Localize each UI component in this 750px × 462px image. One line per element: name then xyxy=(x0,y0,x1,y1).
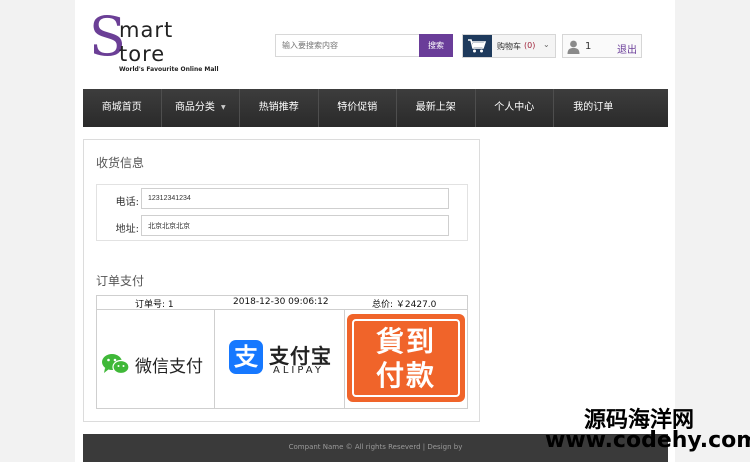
user-icon xyxy=(567,39,580,58)
cod-line-2: 付款 xyxy=(375,359,436,392)
search-button[interactable]: 搜索 xyxy=(419,34,453,57)
page: S mart tore World's Favourite Online Mal… xyxy=(75,0,675,462)
logo-line-2: tore xyxy=(119,42,166,66)
nav-item-promotion[interactable]: 特价促销 xyxy=(319,89,397,127)
cart-label: 购物车 xyxy=(497,42,521,51)
logo[interactable]: S mart tore World's Favourite Online Mal… xyxy=(89,10,229,74)
caret-down-icon: ▼ xyxy=(220,104,226,111)
cart-button[interactable]: 购物车 (0) ⌄ xyxy=(462,34,556,58)
cod-frame: 貨到 付款 xyxy=(352,319,460,397)
nav-item-profile[interactable]: 个人中心 xyxy=(476,89,554,127)
shipping-form: 电话: 地址: xyxy=(96,184,468,241)
shipping-title: 收货信息 xyxy=(96,156,145,170)
logo-tagline: World's Favourite Online Mall xyxy=(119,66,219,73)
cart-count: (0) xyxy=(524,41,536,50)
nav-item-categories-label: 商品分类 xyxy=(174,102,215,113)
payment-title: 订单支付 xyxy=(96,274,145,288)
cart-icon xyxy=(463,35,492,57)
order-total: 总价: ￥2427.0 xyxy=(372,300,437,310)
logout-link[interactable]: 退出 xyxy=(617,41,637,56)
phone-label: 电话: xyxy=(115,197,139,208)
address-field[interactable] xyxy=(141,215,449,236)
search-input[interactable] xyxy=(275,34,421,57)
nav-item-orders[interactable]: 我的订单 xyxy=(554,89,633,127)
wechat-icon xyxy=(101,352,131,380)
order-datetime: 2018-12-30 09:06:12 xyxy=(233,297,329,307)
address-label: 地址: xyxy=(115,224,139,235)
chevron-down-icon: ⌄ xyxy=(543,40,550,49)
wechat-pay-option[interactable]: 微信支付 xyxy=(97,310,215,408)
cod-badge: 貨到 付款 xyxy=(347,314,465,402)
nav-item-categories[interactable]: 商品分类 ▼ xyxy=(162,89,240,127)
alipay-option[interactable]: 支 支付宝 ALIPAY xyxy=(215,310,345,408)
order-panel: 收货信息 电话: 地址: 订单支付 订单号: 1 2018-12-30 09:0… xyxy=(83,139,480,422)
nav-item-home[interactable]: 商城首页 xyxy=(83,89,162,127)
alipay-icon: 支 xyxy=(229,340,263,374)
cash-on-delivery-option[interactable]: 貨到 付款 xyxy=(345,310,467,408)
watermark-url: www.codehy.com xyxy=(545,428,750,453)
user-id: 1 xyxy=(585,41,592,52)
cod-line-1: 貨到 xyxy=(375,325,436,358)
order-summary-row: 订单号: 1 2018-12-30 09:06:12 总价: ￥2427.0 xyxy=(97,296,467,310)
phone-field[interactable] xyxy=(141,188,449,209)
nav-item-hot[interactable]: 热销推荐 xyxy=(240,89,319,127)
wechat-pay-label: 微信支付 xyxy=(135,357,203,377)
logo-line-1: mart xyxy=(119,18,174,42)
order-number: 订单号: 1 xyxy=(135,300,174,310)
payment-table: 订单号: 1 2018-12-30 09:06:12 总价: ￥2427.0 微… xyxy=(96,295,468,409)
alipay-sub-label: ALIPAY xyxy=(273,365,324,376)
user-box: 1 退出 xyxy=(562,34,642,58)
main-nav: 商城首页 商品分类 ▼ 热销推荐 特价促销 最新上架 个人中心 我的订单 xyxy=(83,89,668,127)
nav-item-new[interactable]: 最新上架 xyxy=(397,89,476,127)
